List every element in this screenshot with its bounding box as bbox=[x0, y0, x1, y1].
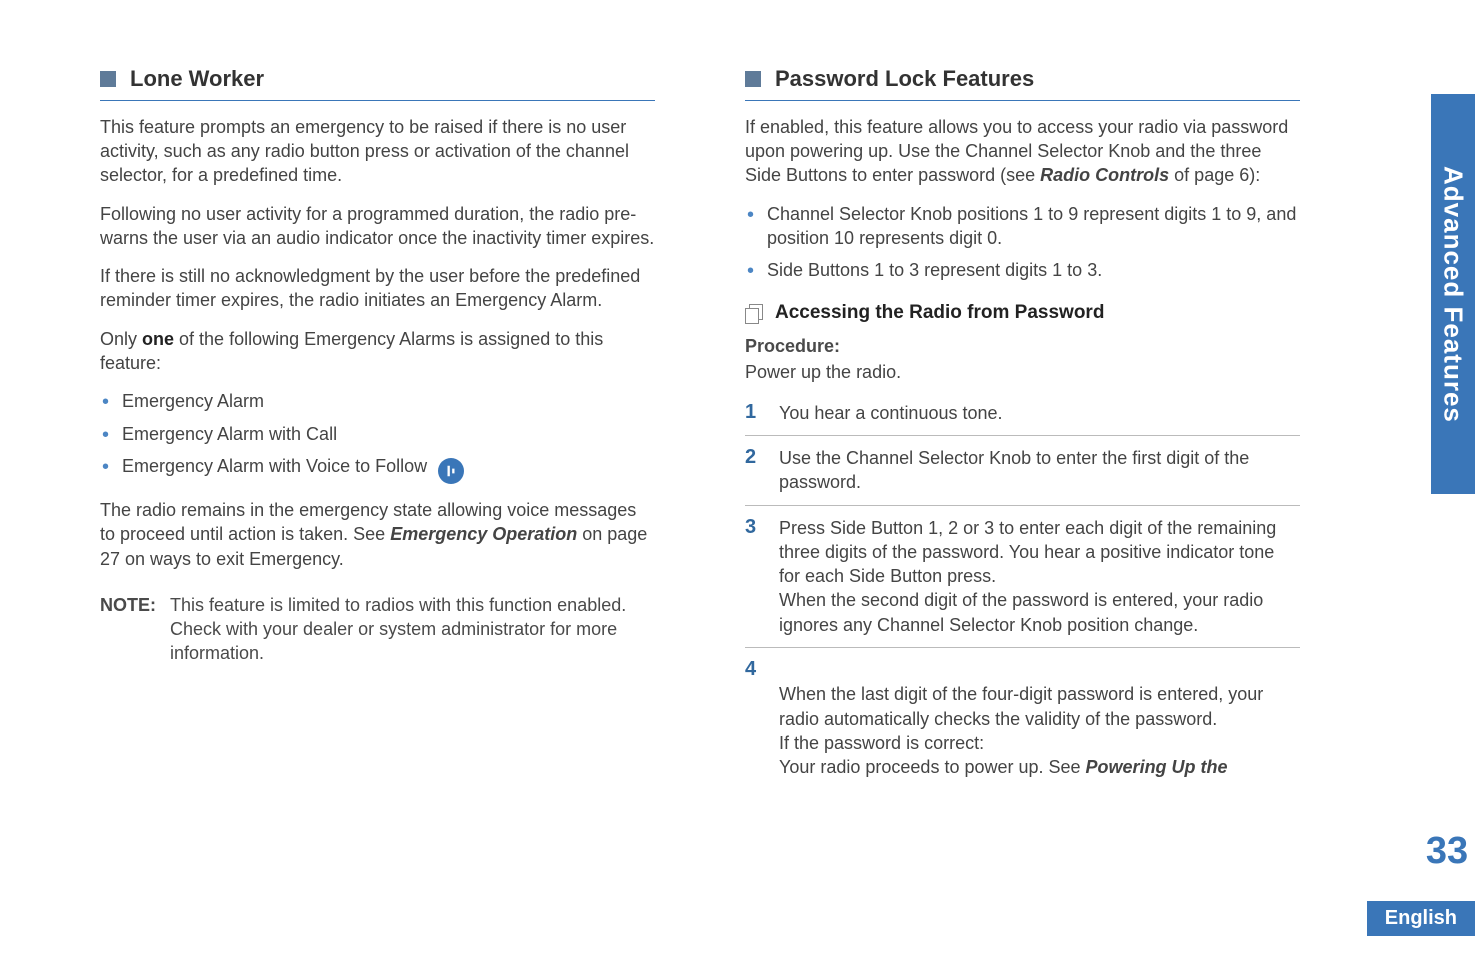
chapter-tab: Advanced Features bbox=[1431, 94, 1475, 494]
reference-link: Radio Controls bbox=[1040, 165, 1169, 185]
paragraph: If enabled, this feature allows you to a… bbox=[745, 115, 1300, 188]
paragraph: If there is still no acknowledgment by t… bbox=[100, 264, 655, 313]
heading-password-lock: Password Lock Features bbox=[775, 64, 1034, 94]
text: Only bbox=[100, 329, 142, 349]
list-item: Side Buttons 1 to 3 represent digits 1 t… bbox=[745, 258, 1300, 282]
step-item: Use the Channel Selector Knob to enter t… bbox=[745, 435, 1300, 505]
heading-lone-worker: Lone Worker bbox=[130, 64, 264, 94]
text: of page 6): bbox=[1169, 165, 1260, 185]
bold-text: one bbox=[142, 329, 174, 349]
procedure-intro: Power up the radio. bbox=[745, 360, 1300, 384]
language-tab: English bbox=[1367, 901, 1475, 936]
note-block: NOTE: This feature is limited to radios … bbox=[100, 593, 655, 666]
text: of the following Emergency Alarms is ass… bbox=[100, 329, 603, 373]
section-lone-worker: Lone Worker bbox=[100, 64, 655, 101]
procedure-label: Procedure: bbox=[745, 334, 1300, 358]
paragraph: Only one of the following Emergency Alar… bbox=[100, 327, 655, 376]
list-item: Emergency Alarm with Call bbox=[100, 422, 655, 446]
chapter-tab-label: Advanced Features bbox=[1438, 166, 1469, 423]
note-label: NOTE: bbox=[100, 593, 156, 666]
step-item: You hear a continuous tone. bbox=[745, 391, 1300, 435]
procedure-icon bbox=[745, 304, 763, 322]
section-password-lock: Password Lock Features bbox=[745, 64, 1300, 101]
left-column: Lone Worker This feature prompts an emer… bbox=[100, 40, 655, 790]
paragraph: The radio remains in the emergency state… bbox=[100, 498, 655, 571]
section-bullet-icon bbox=[100, 71, 116, 87]
page-number: 33 bbox=[1419, 830, 1475, 880]
voice-follow-icon bbox=[438, 458, 464, 484]
paragraph: Following no user activity for a program… bbox=[100, 202, 655, 251]
subheading-accessing: Accessing the Radio from Password bbox=[775, 300, 1104, 326]
alarm-list: Emergency Alarm Emergency Alarm with Cal… bbox=[100, 389, 655, 484]
procedure-steps: You hear a continuous tone. Use the Chan… bbox=[745, 391, 1300, 790]
section-bullet-icon bbox=[745, 71, 761, 87]
reference-link: Powering Up the bbox=[1086, 757, 1228, 777]
reference-link: Emergency Operation bbox=[390, 524, 577, 544]
controls-list: Channel Selector Knob positions 1 to 9 r… bbox=[745, 202, 1300, 283]
note-text: This feature is limited to radios with t… bbox=[170, 593, 655, 666]
list-item: Emergency Alarm bbox=[100, 389, 655, 413]
paragraph: This feature prompts an emergency to be … bbox=[100, 115, 655, 188]
page-content: Lone Worker This feature prompts an emer… bbox=[0, 0, 1475, 830]
step-item: When the last digit of the four-digit pa… bbox=[745, 647, 1300, 789]
list-item: Channel Selector Knob positions 1 to 9 r… bbox=[745, 202, 1300, 251]
sub-section-accessing: Accessing the Radio from Password bbox=[745, 300, 1300, 326]
right-column: Password Lock Features If enabled, this … bbox=[745, 40, 1300, 790]
step-item: Press Side Button 1, 2 or 3 to enter eac… bbox=[745, 505, 1300, 647]
list-item: Emergency Alarm with Voice to Follow bbox=[100, 454, 655, 484]
list-item-text: Emergency Alarm with Voice to Follow bbox=[122, 456, 427, 476]
